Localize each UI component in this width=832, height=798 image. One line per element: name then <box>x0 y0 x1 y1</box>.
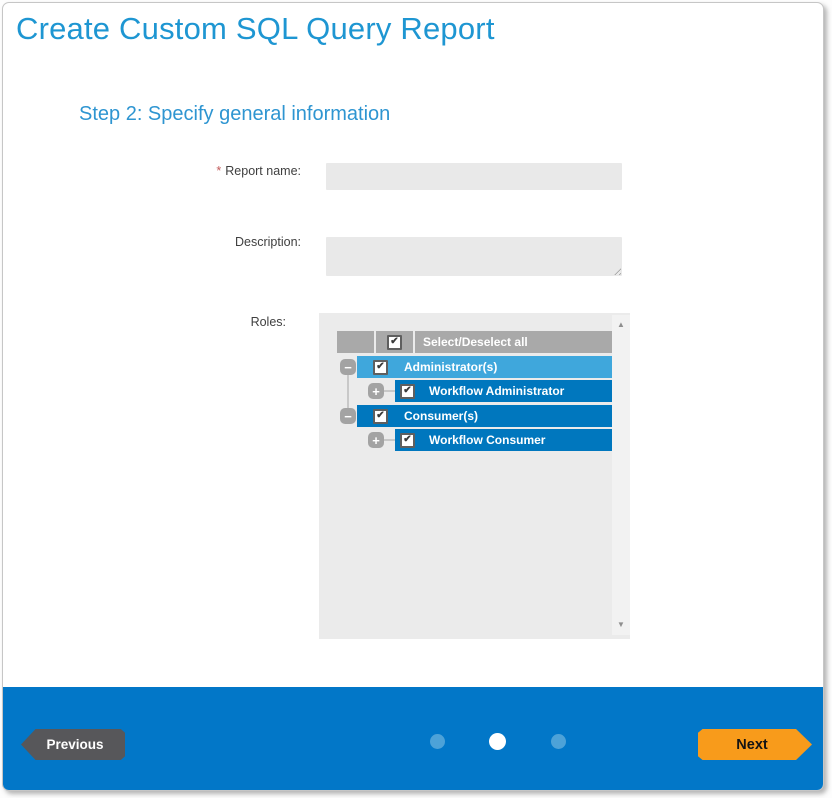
description-label: Description: <box>123 235 301 249</box>
step-dot-3 <box>551 734 566 749</box>
previous-button[interactable]: Previous <box>21 729 125 760</box>
check-icon: ✔ <box>403 386 411 396</box>
row-label: Workflow Consumer <box>429 433 545 447</box>
tree-row-administrators[interactable]: ✔ Administrator(s) <box>357 356 612 378</box>
minus-icon: − <box>344 410 352 423</box>
required-asterisk: * <box>216 164 221 178</box>
row-checkbox[interactable]: ✔ <box>400 433 415 448</box>
tree-header-label: Select/Deselect all <box>423 335 528 349</box>
tree-header-row[interactable]: Select/Deselect all <box>415 331 612 353</box>
row-label: Consumer(s) <box>404 409 478 423</box>
check-icon: ✔ <box>390 337 398 347</box>
check-icon: ✔ <box>376 411 384 421</box>
step-dot-2 <box>489 733 506 750</box>
check-icon: ✔ <box>403 435 411 445</box>
tree-row-consumers[interactable]: ✔ Consumer(s) <box>357 405 612 427</box>
tree-row-workflow-consumer[interactable]: ✔ Workflow Consumer <box>395 429 612 451</box>
description-textarea[interactable] <box>326 237 622 276</box>
tree-row-workflow-administrator[interactable]: ✔ Workflow Administrator <box>395 380 612 402</box>
plus-icon: + <box>372 385 380 398</box>
report-name-input[interactable] <box>326 163 622 190</box>
wizard-window: Create Custom SQL Query Report Step 2: S… <box>2 2 824 791</box>
step-heading: Step 2: Specify general information <box>79 103 390 126</box>
page-title: Create Custom SQL Query Report <box>16 11 495 47</box>
select-all-checkbox[interactable]: ✔ <box>387 335 402 350</box>
minus-icon: − <box>344 361 352 374</box>
footer-bar: Previous Next <box>3 687 824 791</box>
expand-button[interactable]: + <box>368 383 384 399</box>
scroll-up-icon[interactable]: ▲ <box>612 319 630 331</box>
plus-icon: + <box>372 434 380 447</box>
roles-scrollbar[interactable]: ▲ ▼ <box>612 315 630 635</box>
row-checkbox[interactable]: ✔ <box>373 360 388 375</box>
check-icon: ✔ <box>376 362 384 372</box>
next-button[interactable]: Next <box>698 729 812 760</box>
row-checkbox[interactable]: ✔ <box>400 384 415 399</box>
roles-label: Roles: <box>108 315 286 329</box>
roles-panel: ✔ Select/Deselect all − ✔ Administrator(… <box>319 313 630 639</box>
report-name-label-text: Report name: <box>225 164 301 178</box>
collapse-button[interactable]: − <box>340 359 356 375</box>
expand-button[interactable]: + <box>368 432 384 448</box>
row-checkbox[interactable]: ✔ <box>373 409 388 424</box>
report-name-label: * Report name: <box>123 164 301 178</box>
tree-header-spacer-cell <box>337 331 374 353</box>
tree-header-checkbox-cell: ✔ <box>376 331 413 353</box>
tree-connector-line <box>384 439 395 441</box>
collapse-button[interactable]: − <box>340 408 356 424</box>
step-dot-1 <box>430 734 445 749</box>
row-label: Administrator(s) <box>404 360 497 374</box>
tree-connector-line <box>384 390 395 392</box>
tree-connector-line <box>347 375 349 408</box>
scroll-down-icon[interactable]: ▼ <box>612 619 630 631</box>
row-label: Workflow Administrator <box>429 384 564 398</box>
